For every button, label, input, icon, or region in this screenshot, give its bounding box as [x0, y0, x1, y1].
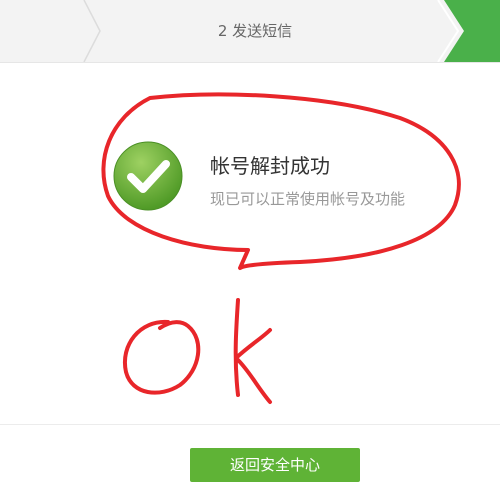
- result-title: 帐号解封成功: [210, 154, 330, 178]
- annotation-letter-o: [122, 319, 201, 395]
- return-security-center-button[interactable]: 返回安全中心: [190, 448, 360, 482]
- step-next-indicator: [437, 0, 500, 62]
- step-label-current: 2 发送短信: [217, 22, 293, 40]
- step-chevron-left: [83, 0, 101, 62]
- check-circle-icon: [113, 141, 183, 211]
- step-progress-bar: 2 发送短信: [0, 0, 500, 63]
- footer-divider: [0, 424, 500, 425]
- red-annotation: [101, 92, 461, 404]
- annotation-letter-k: [233, 298, 272, 404]
- result-description: 现已可以正常使用帐号及功能: [210, 190, 406, 208]
